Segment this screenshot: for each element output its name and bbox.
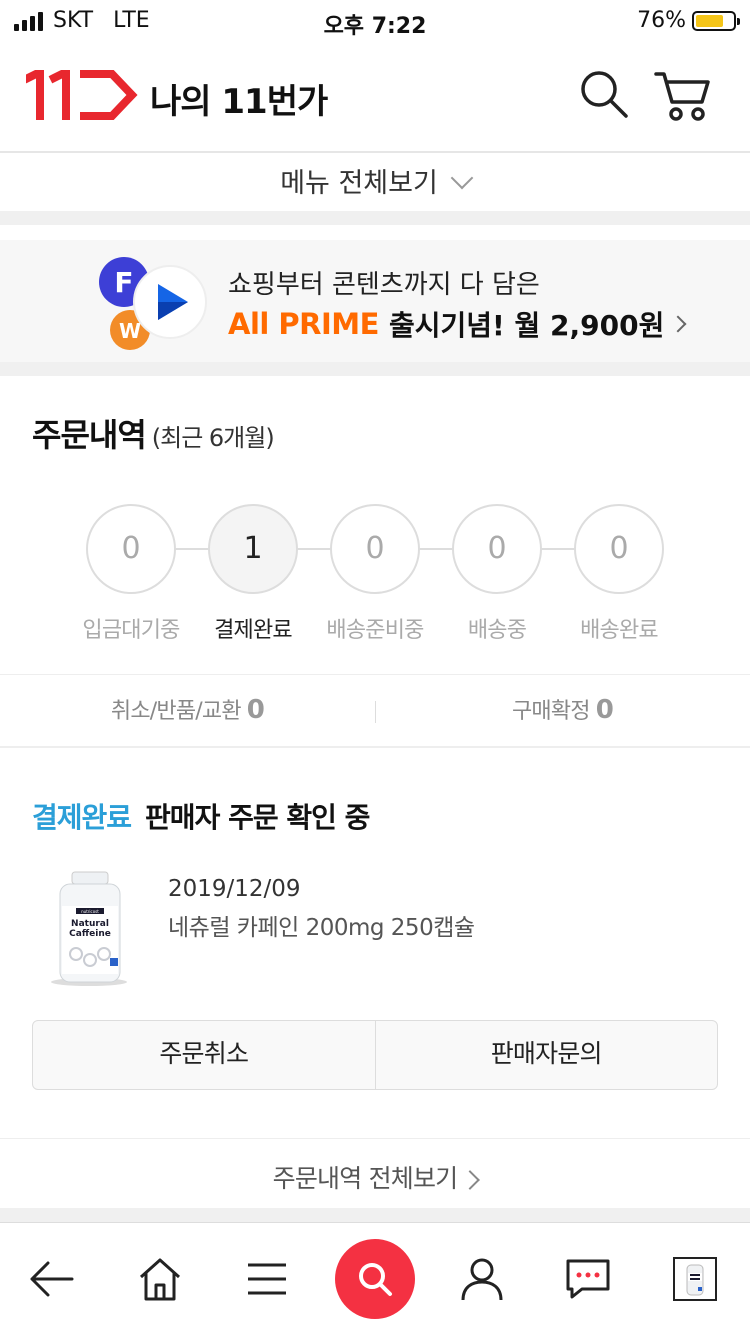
prime-app-icons: F W <box>96 254 208 354</box>
step-count: 0 <box>86 504 176 594</box>
step-shipping[interactable]: 0 배송중 <box>437 504 557 644</box>
user-icon[interactable] <box>452 1249 512 1309</box>
status-bar: SKT LTE 오후 7:22 76% <box>0 0 750 40</box>
cancel-return-exchange[interactable]: 취소/반품/교환 0 <box>0 693 375 725</box>
step-label: 배송완료 <box>580 618 659 643</box>
confirm-count: 0 <box>595 695 614 725</box>
menu-icon[interactable] <box>237 1249 297 1309</box>
order-status-line: 결제완료 판매자 주문 확인 중 <box>32 796 370 836</box>
seller-inquiry-button[interactable]: 판매자문의 <box>374 1021 718 1089</box>
order-history-title: 주문내역 (최근 6개월) <box>32 410 275 456</box>
product-label-line2: Caffeine <box>69 929 111 939</box>
product-label-line1: Natural <box>71 919 109 929</box>
search-icon[interactable] <box>335 1239 415 1319</box>
view-all-label: 주문내역 전체보기 <box>272 1164 459 1193</box>
chevron-right-icon <box>669 315 687 333</box>
step-count: 0 <box>452 504 542 594</box>
order-action-buttons: 주문취소 판매자문의 <box>32 1020 718 1090</box>
step-count: 0 <box>330 504 420 594</box>
step-count: 0 <box>574 504 664 594</box>
menu-all-label: 메뉴 전체보기 <box>280 168 438 199</box>
view-all-orders[interactable]: 주문내역 전체보기 <box>0 1138 750 1222</box>
battery-fill <box>696 14 724 27</box>
status-right: 76% <box>637 8 740 33</box>
confirm-label: 구매확정 <box>511 699 591 724</box>
svg-text:F: F <box>114 266 133 299</box>
step-payment-complete[interactable]: 1 결제완료 <box>193 504 313 644</box>
banner-line1: 쇼핑부터 콘텐츠까지 다 담은 <box>228 270 540 300</box>
step-label: 배송중 <box>467 618 527 643</box>
11st-logo[interactable] <box>22 65 138 124</box>
order-status-steps: 0 입금대기중 1 결제완료 0 배송준비중 0 배송중 0 배송완료 <box>0 504 750 644</box>
step-label: 입금대기중 <box>82 618 180 643</box>
order-date: 2019/12/09 <box>168 876 301 902</box>
banner-line2: All PRIME 출시기념! 월 2,900원 <box>228 304 687 344</box>
step-delivered[interactable]: 0 배송완료 <box>559 504 679 644</box>
recent-item-thumb[interactable] <box>673 1257 717 1301</box>
purchase-confirmed[interactable]: 구매확정 0 <box>375 693 750 725</box>
chat-icon[interactable] <box>558 1249 618 1309</box>
menu-all-toggle[interactable]: 메뉴 전체보기 <box>0 153 750 225</box>
prime-banner[interactable]: F W 쇼핑부터 콘텐츠까지 다 담은 All PRIME 출시기념! 월 2,… <box>0 240 750 376</box>
svg-text:W: W <box>119 319 141 343</box>
step-label: 배송준비중 <box>326 618 424 643</box>
header: 나의 11번가 <box>0 40 750 153</box>
home-icon[interactable] <box>130 1249 190 1309</box>
order-history-heading: 주문내역 <box>32 416 147 454</box>
page-title: 나의 11번가 <box>150 82 328 122</box>
all-prime-brand: All PRIME <box>228 307 379 341</box>
product-image[interactable]: nutricost Natural Caffeine <box>46 870 132 988</box>
step-count: 1 <box>208 504 298 594</box>
chevron-right-icon <box>460 1170 481 1190</box>
order-history-period: (최근 6개월) <box>151 424 275 452</box>
step-preparing-shipment[interactable]: 0 배송준비중 <box>315 504 435 644</box>
cancel-order-button[interactable]: 주문취소 <box>33 1021 375 1089</box>
chevron-down-icon <box>450 166 474 190</box>
cancel-count: 0 <box>246 695 265 725</box>
order-status-tag: 결제완료 <box>32 801 132 834</box>
product-name[interactable]: 네츄럴 카페인 200mg 250캡슐 <box>168 908 475 942</box>
cart-icon[interactable] <box>654 68 712 124</box>
banner-offer: 출시기념! 월 2,900원 <box>388 309 665 342</box>
search-icon[interactable] <box>578 68 630 120</box>
back-icon[interactable] <box>22 1249 82 1309</box>
step-awaiting-deposit[interactable]: 0 입금대기중 <box>71 504 191 644</box>
step-label: 결제완료 <box>214 618 293 643</box>
battery-percent: 76% <box>637 8 686 33</box>
cancel-confirm-row: 취소/반품/교환 0 구매확정 0 <box>0 674 750 748</box>
bottom-nav <box>0 1222 750 1334</box>
battery-icon <box>692 10 740 31</box>
order-status-message: 판매자 주문 확인 중 <box>145 801 370 834</box>
cancel-label: 취소/반품/교환 <box>110 699 242 724</box>
product-label-brand: nutricost <box>81 909 99 914</box>
